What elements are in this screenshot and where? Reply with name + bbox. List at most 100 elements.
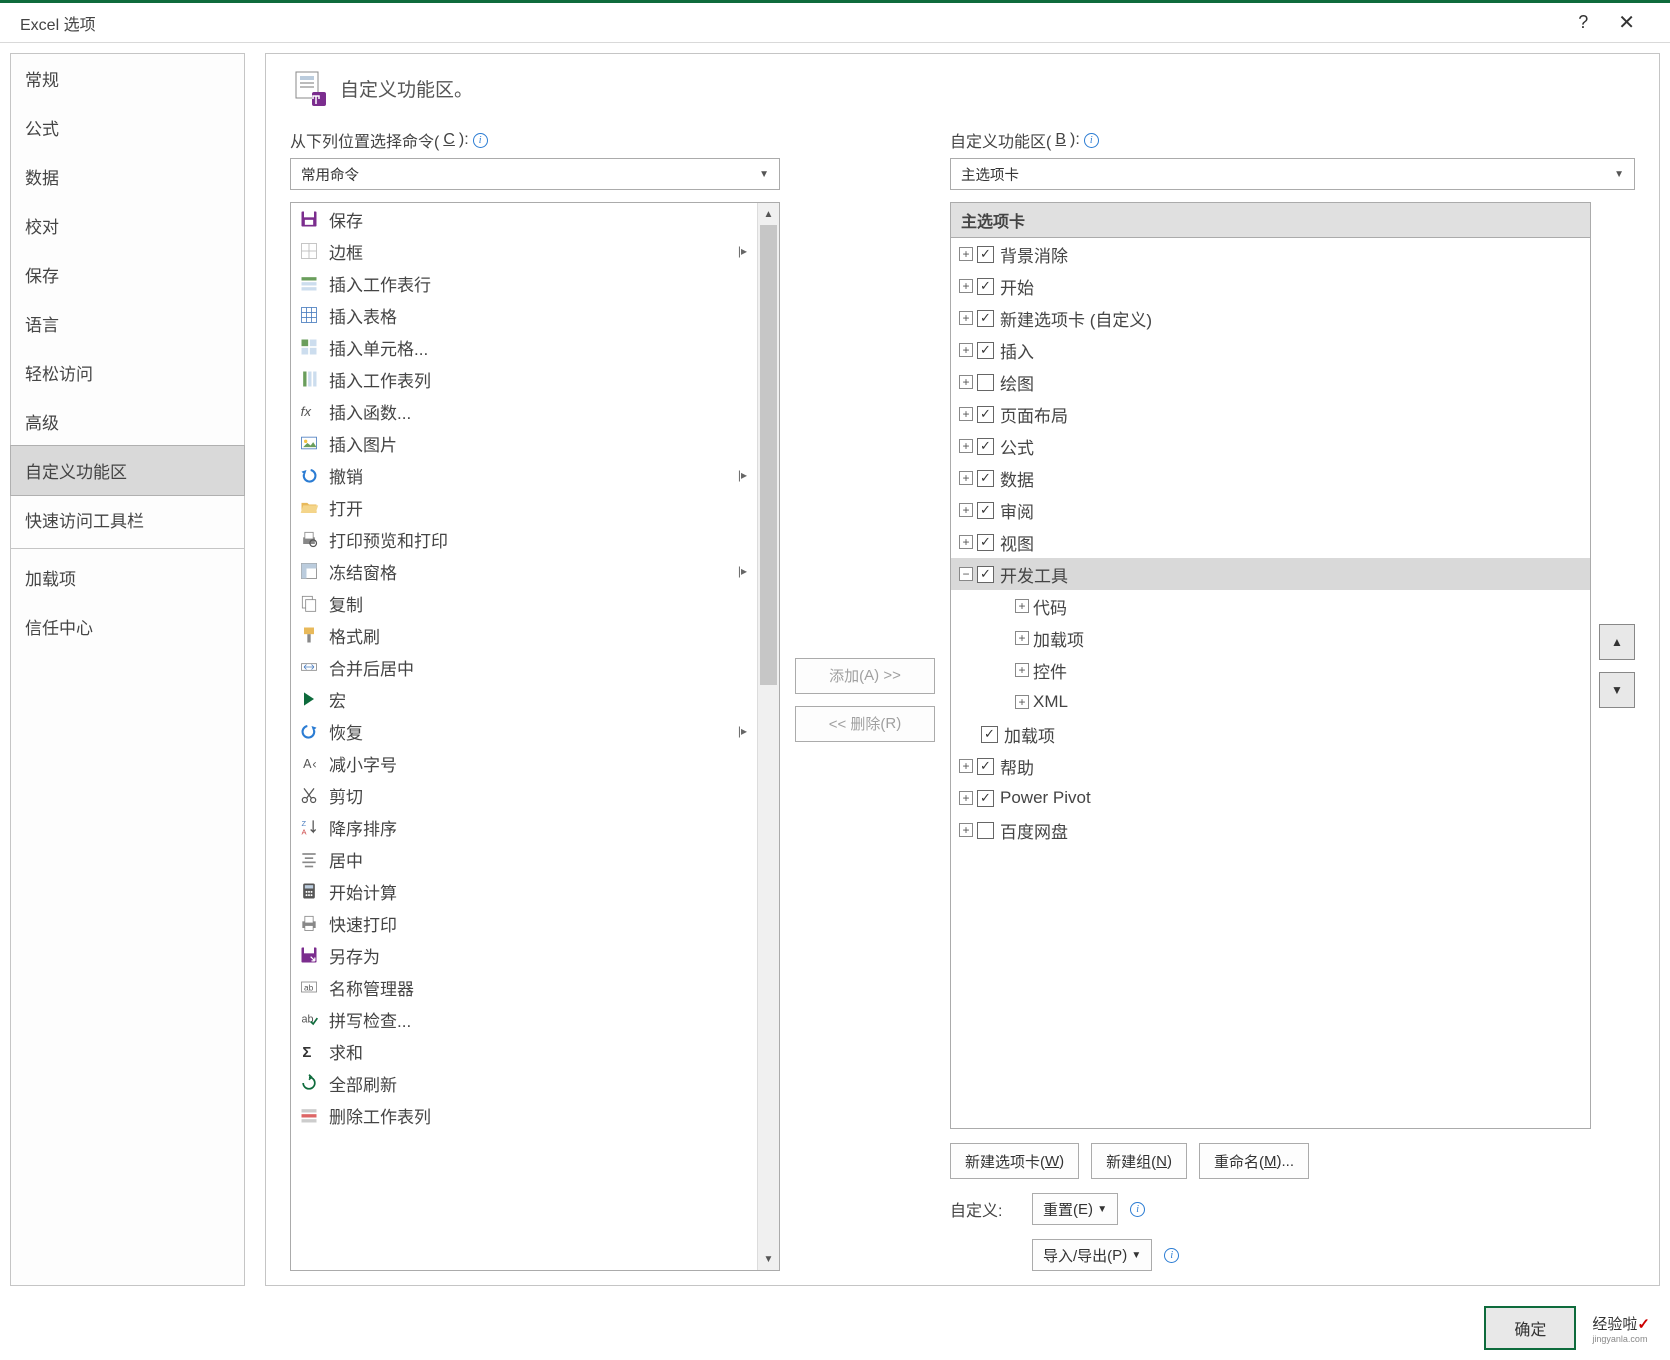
command-item[interactable]: 快速打印 bbox=[291, 907, 757, 939]
checkbox[interactable]: ✓ bbox=[977, 438, 994, 455]
sidebar-item[interactable]: 保存 bbox=[11, 250, 244, 299]
tree-item[interactable]: +✓背景消除 bbox=[951, 238, 1590, 270]
command-item[interactable]: A减小字号 bbox=[291, 747, 757, 779]
commands-listbox[interactable]: 保存边框|▸插入工作表行插入表格插入单元格...插入工作表列fx插入函数...插… bbox=[290, 202, 780, 1271]
sidebar-item[interactable]: 校对 bbox=[11, 201, 244, 250]
tree-item[interactable]: +✓新建选项卡 (自定义) bbox=[951, 302, 1590, 334]
expander-icon[interactable]: + bbox=[959, 439, 973, 453]
rename-button[interactable]: 重命名(M)... bbox=[1199, 1143, 1309, 1179]
move-up-button[interactable]: ▲ bbox=[1599, 624, 1635, 660]
command-item[interactable]: ZA降序排序 bbox=[291, 811, 757, 843]
command-item[interactable]: 插入工作表行 bbox=[291, 267, 757, 299]
tree-item[interactable]: +XML bbox=[951, 686, 1590, 718]
checkbox[interactable]: ✓ bbox=[977, 470, 994, 487]
command-item[interactable]: 边框|▸ bbox=[291, 235, 757, 267]
command-item[interactable]: 复制 bbox=[291, 587, 757, 619]
command-item[interactable]: 开始计算 bbox=[291, 875, 757, 907]
expander-icon[interactable]: + bbox=[959, 407, 973, 421]
sidebar-item[interactable]: 快速访问工具栏 bbox=[11, 495, 244, 544]
command-item[interactable]: fx插入函数... bbox=[291, 395, 757, 427]
sidebar-item[interactable]: 加载项 bbox=[11, 553, 244, 602]
expander-icon[interactable]: + bbox=[959, 375, 973, 389]
command-item[interactable]: 插入单元格... bbox=[291, 331, 757, 363]
command-item[interactable]: ab拼写检查... bbox=[291, 1003, 757, 1035]
tree-item[interactable]: ✓加载项 bbox=[951, 718, 1590, 750]
tree-item[interactable]: +✓视图 bbox=[951, 526, 1590, 558]
command-item[interactable]: 宏 bbox=[291, 683, 757, 715]
expander-icon[interactable]: + bbox=[959, 759, 973, 773]
expander-icon[interactable]: − bbox=[959, 567, 973, 581]
remove-button[interactable]: << 删除(R) bbox=[795, 706, 935, 742]
add-button[interactable]: 添加(A) >> bbox=[795, 658, 935, 694]
scroll-down-icon[interactable]: ▼ bbox=[758, 1248, 779, 1270]
ribbon-tree[interactable]: +✓背景消除+✓开始+✓新建选项卡 (自定义)+✓插入+绘图+✓页面布局+✓公式… bbox=[950, 237, 1591, 1129]
new-group-button[interactable]: 新建组(N) bbox=[1091, 1143, 1187, 1179]
sidebar-item[interactable]: 信任中心 bbox=[11, 602, 244, 651]
reset-dropdown[interactable]: 重置(E) ▼ bbox=[1032, 1193, 1118, 1225]
checkbox[interactable]: ✓ bbox=[977, 406, 994, 423]
sidebar-item[interactable]: 常规 bbox=[11, 54, 244, 103]
checkbox[interactable]: ✓ bbox=[977, 758, 994, 775]
command-item[interactable]: 居中 bbox=[291, 843, 757, 875]
info-icon[interactable]: i bbox=[1084, 133, 1099, 148]
move-down-button[interactable]: ▼ bbox=[1599, 672, 1635, 708]
sidebar-item[interactable]: 轻松访问 bbox=[11, 348, 244, 397]
new-tab-button[interactable]: 新建选项卡(W) bbox=[950, 1143, 1079, 1179]
ribbon-scope-dropdown[interactable]: 主选项卡 ▼ bbox=[950, 158, 1635, 190]
expander-icon[interactable]: + bbox=[959, 471, 973, 485]
tree-item[interactable]: +✓页面布局 bbox=[951, 398, 1590, 430]
command-item[interactable]: 恢复|▸ bbox=[291, 715, 757, 747]
command-item[interactable]: ab名称管理器 bbox=[291, 971, 757, 1003]
checkbox[interactable]: ✓ bbox=[977, 790, 994, 807]
command-item[interactable]: 打印预览和打印 bbox=[291, 523, 757, 555]
close-icon[interactable]: ✕ bbox=[1603, 10, 1650, 35]
tree-item[interactable]: +加载项 bbox=[951, 622, 1590, 654]
command-item[interactable]: 冻结窗格|▸ bbox=[291, 555, 757, 587]
command-item[interactable]: 插入图片 bbox=[291, 427, 757, 459]
expander-icon[interactable]: + bbox=[959, 343, 973, 357]
tree-item[interactable]: +绘图 bbox=[951, 366, 1590, 398]
tree-item[interactable]: +✓公式 bbox=[951, 430, 1590, 462]
expander-icon[interactable]: + bbox=[959, 535, 973, 549]
expander-icon[interactable]: + bbox=[959, 503, 973, 517]
tree-item[interactable]: +✓数据 bbox=[951, 462, 1590, 494]
help-icon[interactable]: ? bbox=[1563, 12, 1603, 33]
expander-icon[interactable]: + bbox=[959, 279, 973, 293]
command-item[interactable]: 打开 bbox=[291, 491, 757, 523]
scroll-up-icon[interactable]: ▲ bbox=[758, 203, 779, 225]
expander-icon[interactable]: + bbox=[1015, 631, 1029, 645]
checkbox[interactable]: ✓ bbox=[977, 534, 994, 551]
checkbox[interactable]: ✓ bbox=[981, 726, 998, 743]
checkbox[interactable]: ✓ bbox=[977, 566, 994, 583]
command-item[interactable]: 全部刷新 bbox=[291, 1067, 757, 1099]
command-item[interactable]: 插入表格 bbox=[291, 299, 757, 331]
tree-item[interactable]: +百度网盘 bbox=[951, 814, 1590, 846]
tree-item[interactable]: +✓插入 bbox=[951, 334, 1590, 366]
command-item[interactable]: 撤销|▸ bbox=[291, 459, 757, 491]
tree-item[interactable]: +✓开始 bbox=[951, 270, 1590, 302]
expander-icon[interactable]: + bbox=[1015, 663, 1029, 677]
expander-icon[interactable]: + bbox=[959, 791, 973, 805]
command-item[interactable]: 剪切 bbox=[291, 779, 757, 811]
sidebar-item[interactable]: 高级 bbox=[11, 397, 244, 446]
expander-icon[interactable]: + bbox=[1015, 599, 1029, 613]
info-icon[interactable]: i bbox=[1130, 1202, 1145, 1217]
checkbox[interactable] bbox=[977, 374, 994, 391]
tree-item[interactable]: +✓审阅 bbox=[951, 494, 1590, 526]
scrollbar[interactable]: ▲ ▼ bbox=[757, 203, 779, 1270]
checkbox[interactable]: ✓ bbox=[977, 310, 994, 327]
checkbox[interactable]: ✓ bbox=[977, 502, 994, 519]
checkbox[interactable]: ✓ bbox=[977, 246, 994, 263]
sidebar-item[interactable]: 公式 bbox=[11, 103, 244, 152]
sidebar-item[interactable]: 自定义功能区 bbox=[10, 445, 245, 496]
tree-item[interactable]: +控件 bbox=[951, 654, 1590, 686]
tree-item[interactable]: +✓Power Pivot bbox=[951, 782, 1590, 814]
tree-item[interactable]: +✓帮助 bbox=[951, 750, 1590, 782]
ok-button[interactable]: 确定 bbox=[1484, 1306, 1576, 1350]
command-item[interactable]: 删除工作表列 bbox=[291, 1099, 757, 1131]
checkbox[interactable]: ✓ bbox=[977, 342, 994, 359]
commands-from-dropdown[interactable]: 常用命令 ▼ bbox=[290, 158, 780, 190]
command-item[interactable]: 合并后居中 bbox=[291, 651, 757, 683]
command-item[interactable]: 保存 bbox=[291, 203, 757, 235]
checkbox[interactable]: ✓ bbox=[977, 278, 994, 295]
